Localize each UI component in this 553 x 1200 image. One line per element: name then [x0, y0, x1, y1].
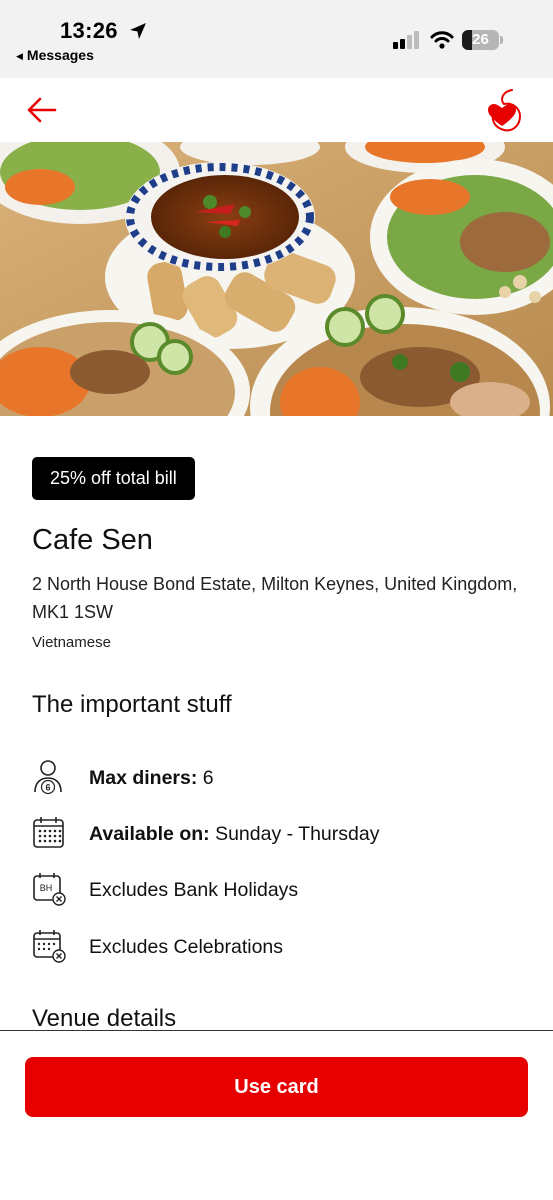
venue-address: 2 North House Bond Estate, Milton Keynes…: [32, 574, 518, 622]
status-bar: 13:26 ◀ Messages 26: [0, 0, 553, 78]
venue-cuisine: Vietnamese: [32, 634, 111, 651]
available-value: Sunday - Thursday: [215, 823, 380, 845]
celebrations-text: Excludes Celebrations: [89, 936, 284, 958]
status-time: 13:26: [60, 18, 118, 43]
battery-icon: 26: [462, 30, 504, 50]
app-header: [0, 78, 553, 142]
venue-details-title: Venue details: [32, 1005, 177, 1032]
bank-holidays-row: BH Excludes Bank Holidays: [32, 871, 512, 911]
max-diners-label: Max diners:: [89, 767, 198, 789]
important-section-title: The important stuff: [32, 691, 232, 718]
availability-row: Available on: Sunday - Thursday: [32, 815, 512, 855]
bank-holiday-icon-text: BH: [40, 883, 53, 893]
back-app-label: Messages: [26, 47, 94, 63]
battery-percent: 26: [472, 31, 489, 48]
offer-badge: 25% off total bill: [32, 457, 195, 500]
hero-food-image: [0, 142, 553, 416]
cellular-signal-icon: [393, 31, 419, 49]
max-diners-row: 6 Max diners: 6: [32, 759, 512, 799]
location-arrow-icon: [130, 23, 146, 39]
vodafone-heart-logo-icon: [488, 89, 522, 132]
bank-holidays-text: Excludes Bank Holidays: [89, 879, 299, 901]
person-icon: 6: [34, 760, 62, 795]
calendar-excluded-icon: [33, 930, 66, 963]
use-card-button[interactable]: Use card: [25, 1057, 528, 1117]
wifi-icon: [430, 31, 454, 49]
arrow-left-icon[interactable]: [26, 94, 58, 126]
calendar-icon: [33, 817, 64, 848]
bank-holiday-excluded-icon: BH: [33, 873, 66, 906]
max-diners-value: 6: [202, 767, 214, 789]
venue-name: Cafe Sen: [32, 524, 153, 556]
available-label: Available on:: [89, 823, 210, 845]
back-to-messages-link[interactable]: ◀ Messages: [16, 47, 94, 63]
max-diners-icon-number: 6: [45, 783, 50, 793]
celebrations-row: Excludes Celebrations: [32, 928, 512, 968]
